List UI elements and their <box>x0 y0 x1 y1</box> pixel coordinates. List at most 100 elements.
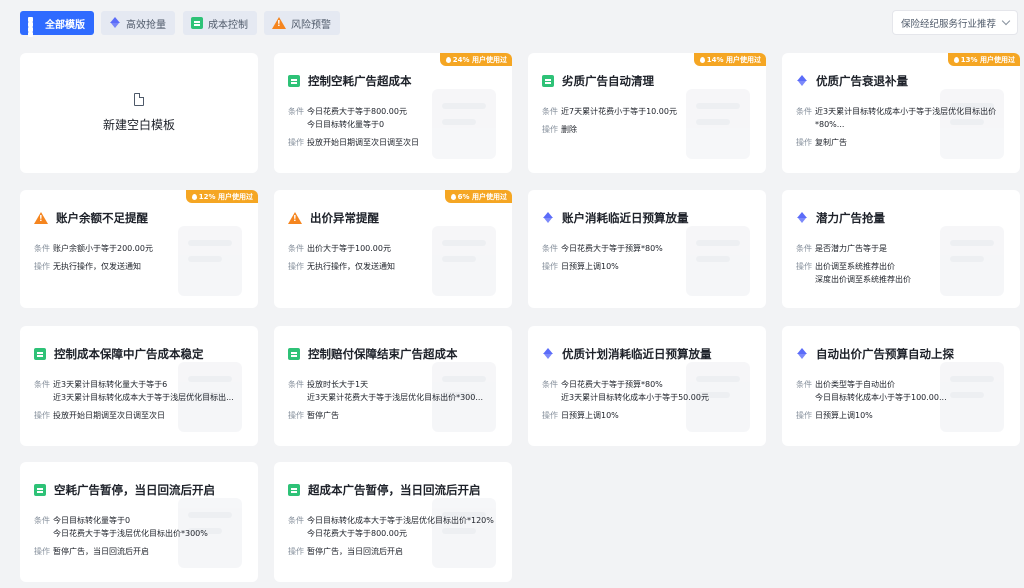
template-card[interactable]: 劣质广告自动清理 14% 用户使用过 条件 近7天累计花费小于等于10.00元 操作 删除 <box>528 53 766 173</box>
usage-badge-text: 13% 用户使用过 <box>960 55 1015 64</box>
usage-badge-text: 24% 用户使用过 <box>452 55 507 64</box>
rule-label: 条件 <box>34 380 50 389</box>
card-title: 优质广告衰退补量 <box>816 74 908 88</box>
warning-icon <box>34 212 48 224</box>
rule-label: 操作 <box>288 262 304 271</box>
template-card[interactable]: 控制成本保障中广告成本稳定条件 近3天累计目标转化量大于等于6 近3天累计目标转化成… <box>20 326 258 446</box>
rule-label: 条件 <box>288 244 304 253</box>
rule-label: 条件 <box>796 107 812 116</box>
card-header: 控制赔付保障结束广告超成本 <box>288 346 458 362</box>
card-title: 潜力广告抢量 <box>816 211 885 225</box>
rule-values: 近3天累计目标转化成本小于等于浅层优化目标出价 *80%... <box>815 105 996 131</box>
new-blank-template-label: 新建空白模板 <box>102 118 175 132</box>
rule-value: 账户余额小于等于200.00元 <box>53 244 153 253</box>
rule-value: 暂停广告 <box>307 411 339 420</box>
template-card[interactable]: 控制空耗广告超成本 24% 用户使用过 条件 今日花费大于等于800.00元 今日目标转… <box>274 53 512 173</box>
card-rules: 条件 是否潜力广告等于是 操作 出价调至系统推荐出价 深度出价调至系统推荐出价 <box>796 242 1008 286</box>
tab-all-templates[interactable]: 全部模版 <box>20 11 94 37</box>
rule-value: 今日花费大于等于浅层优化目标出价*300% <box>53 529 208 538</box>
card-title: 空耗广告暂停，当日回流后开启 <box>54 483 215 497</box>
rule-label: 条件 <box>542 244 558 253</box>
template-card[interactable]: 出价异常提醒 6% 用户使用过条件出价大于等于100.00元操作无执行操作，仅发送… <box>274 190 512 308</box>
rule-value: 日预算上调10% <box>561 411 619 420</box>
rule-label: 条件 <box>796 244 812 253</box>
list-icon <box>34 484 46 496</box>
tab-cost-control[interactable]: 成本控制 <box>183 11 257 35</box>
rule-value: *80%... <box>815 120 845 129</box>
flame-icon <box>699 56 705 63</box>
rule-values: 今日花费大于等于预算*80% 近3天累计目标转化成本小于等于50.00元 <box>561 378 709 404</box>
tab-efficient-grab[interactable]: 高效抢量 <box>101 11 175 35</box>
rule-label: 操作 <box>288 411 304 420</box>
chevron-down-icon <box>1001 16 1011 26</box>
rule-value: 出价类型等于自动出价 <box>815 380 895 389</box>
industry-select-value: 保险经纪服务行业推荐 <box>901 18 997 30</box>
new-blank-template-card[interactable]: 新建空白模板 <box>20 53 258 173</box>
card-rules: 条件 今日目标转化成本大于等于浅层优化目标出价*120% 今日花费大于等于800.0… <box>288 514 500 558</box>
operation-row: 操作 暂停广告，当日回流后开启 <box>34 545 246 558</box>
rule-values: 日预算上调10% <box>561 409 619 422</box>
card-rules: 条件 近3天累计目标转化成本小于等于浅层优化目标出价 *80%... 操作 复制广告 <box>796 105 1008 149</box>
card-header: 出价异常提醒 <box>288 210 379 226</box>
rule-label: 操作 <box>796 138 812 147</box>
rule-value: 出价调至系统推荐出价 <box>815 262 895 271</box>
card-header: 优质广告衰退补量 <box>796 73 908 89</box>
operation-row: 操作 投放开始日期调至次日调至次日 <box>288 136 500 149</box>
operation-row: 操作 投放开始日期调至次日调至次日 <box>34 409 246 422</box>
card-rules: 条件 今日花费大于等于预算*80% 操作 日预算上调10% <box>542 242 754 273</box>
template-card[interactable]: 空耗广告暂停，当日回流后开启 条件 今日目标转化量等于0 今日花费大于等于浅层优化目标… <box>20 462 258 582</box>
card-title: 控制空耗广告超成本 <box>308 74 412 88</box>
template-card[interactable]: 自动出价广告预算自动上探 条件 出价类型等于自动出价 今日目标转化成本小于等于100.… <box>782 326 1020 446</box>
template-card[interactable]: 控制赔付保障结束广告超成本 条件 投放时长大于1天 近3天累计花费大于等于浅层优化目标… <box>274 326 512 446</box>
filter-bar: 全部模版 高效抢量 成本控制 风险预警 保险经纪服务行业推荐 <box>0 0 1024 46</box>
template-card[interactable]: 账户余额不足提醒 12% 用户使用过条件账户余额小于等于200.00元操作无执行操… <box>20 190 258 308</box>
condition-row: 条件 今日目标转化成本大于等于浅层优化目标出价*120% 今日花费大于等于800.0… <box>288 514 500 540</box>
rule-label: 条件 <box>288 516 304 525</box>
rule-label: 条件 <box>542 380 558 389</box>
rule-value: 近3天累计目标转化成本小于等于浅层优化目标出价 <box>815 107 997 116</box>
rule-value: 今日目标转化成本小于等于100.00... <box>815 393 947 402</box>
flame-icon <box>450 193 456 200</box>
condition-row: 条件 账户余额小于等于200.00元 <box>34 242 246 255</box>
card-rules: 条件 今日花费大于等于预算*80% 近3天累计目标转化成本小于等于50.00元 操作日… <box>542 378 754 422</box>
rule-values: 投放开始日期调至次日调至次日 <box>53 409 165 422</box>
tab-label: 成本控制 <box>208 19 248 31</box>
tab-label: 风险预警 <box>291 19 331 31</box>
rule-values: 出价类型等于自动出价今日目标转化成本小于等于100.00... <box>815 378 947 404</box>
rule-value: 近3天累计目标转化成本小于等于50.00元 <box>561 393 709 402</box>
template-card[interactable]: 优质广告衰退补量 13% 用户使用过条件 近3天累计目标转化成本小于等于浅层优化目标… <box>782 53 1020 173</box>
template-card[interactable]: 超成本广告暂停，当日回流后开启 条件 今日目标转化成本大于等于浅层优化目标出价*12… <box>274 462 512 582</box>
rule-values: 无执行操作，仅发送通知 <box>53 260 141 273</box>
card-header: 空耗广告暂停，当日回流后开启 <box>34 482 215 498</box>
card-rules: 条件 近3天累计目标转化量大于等于6 近3天累计目标转化成本大于等于浅层优化目标出.… <box>34 378 246 422</box>
list-icon <box>288 348 300 360</box>
operation-row: 操作 删除 <box>542 123 754 136</box>
rule-value: 投放时长大于1天 <box>307 380 369 389</box>
arrow-up-icon <box>796 212 808 224</box>
template-card[interactable]: 优质计划消耗临近日预算放量 条件 今日花费大于等于预算*80% 近3天累计目标转化成本… <box>528 326 766 446</box>
rule-value: 删除 <box>561 125 577 134</box>
card-title: 控制赔付保障结束广告超成本 <box>308 347 458 361</box>
card-rules: 条件 投放时长大于1天 近3天累计花费大于等于浅层优化目标出价*300... 操作 暂停… <box>288 378 500 422</box>
rule-values: 删除 <box>561 123 577 136</box>
arrow-up-icon <box>796 348 808 360</box>
usage-badge: 14% 用户使用过 <box>693 53 766 66</box>
operation-row: 操作 日预算上调10% <box>796 409 1008 422</box>
tab-risk-warning[interactable]: 风险预警 <box>264 11 340 35</box>
condition-row: 条件 近7天累计花费小于等于10.00元 <box>542 105 754 118</box>
template-card[interactable]: 潜力广告抢量条件 是否潜力广告等于是 操作 出价调至系统推荐出价 深度出价调至系统推荐出… <box>782 190 1020 308</box>
arrow-up-icon <box>542 348 554 360</box>
card-title: 账户消耗临近日预算放量 <box>562 211 689 225</box>
template-card[interactable]: 账户消耗临近日预算放量条件 今日花费大于等于预算*80% 操作 日预算上调10% <box>528 190 766 308</box>
industry-select[interactable]: 保险经纪服务行业推荐 <box>892 10 1018 35</box>
list-icon <box>34 348 46 360</box>
rule-values: 无执行操作，仅发送通知 <box>307 260 395 273</box>
rule-value: 今日花费大于等于预算*80% <box>561 244 663 253</box>
warning-icon <box>288 212 302 224</box>
rule-label: 操作 <box>796 262 812 271</box>
rule-value: 近3天累计花费大于等于浅层优化目标出价*300... <box>307 393 483 402</box>
arrow-up-icon <box>796 75 808 87</box>
operation-row: 操作 复制广告 <box>796 136 1008 149</box>
card-title: 控制成本保障中广告成本稳定 <box>54 347 204 361</box>
operation-row: 操作 无执行操作，仅发送通知 <box>288 260 500 273</box>
